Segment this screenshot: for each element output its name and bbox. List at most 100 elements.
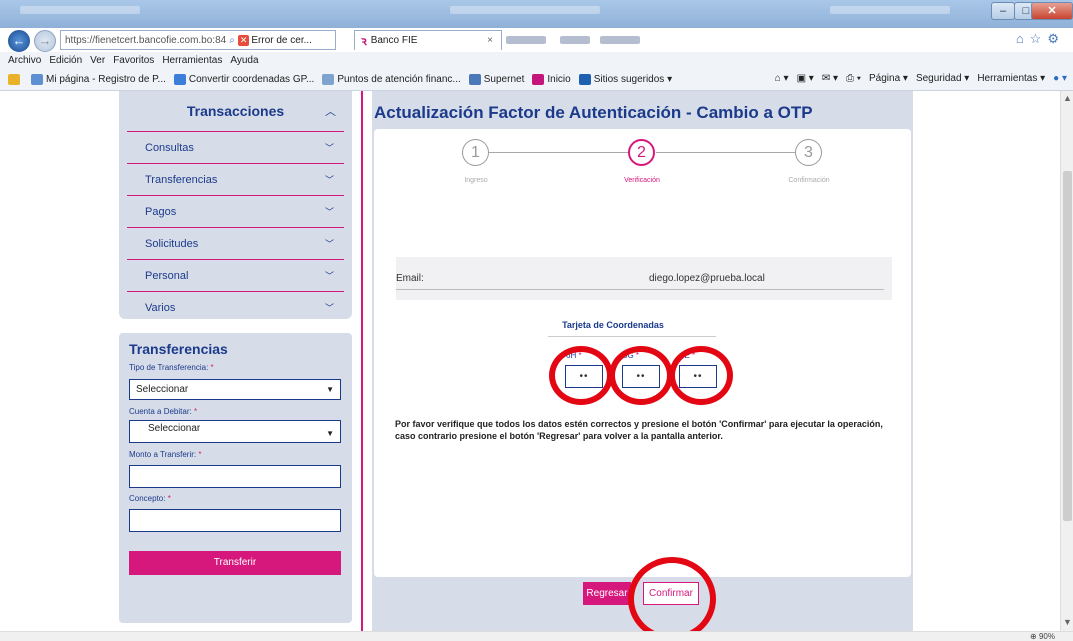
favorites-star-icon[interactable] bbox=[8, 74, 23, 85]
address-bar[interactable]: https://fienetcert.bancofie.com.bo:84 ⌕ … bbox=[60, 30, 336, 50]
close-window-button[interactable]: ✕ bbox=[1031, 2, 1073, 20]
transfer-form-title: Transferencias bbox=[129, 341, 228, 357]
menu-archivo[interactable]: Archivo bbox=[8, 55, 41, 66]
scroll-down-icon[interactable]: ▼ bbox=[1063, 617, 1072, 627]
back-arrow-icon[interactable]: ← bbox=[8, 30, 30, 52]
menu-ayuda[interactable]: Ayuda bbox=[230, 55, 258, 66]
titlebar-blur bbox=[830, 6, 950, 14]
cuenta-debitar-select[interactable]: Seleccionar ▼ bbox=[129, 420, 341, 443]
mail-icon[interactable]: ✉ ▾ bbox=[822, 73, 838, 84]
seguridad-menu[interactable]: Seguridad ▾ bbox=[916, 73, 969, 84]
favorite-label: Sitios sugeridos ▾ bbox=[593, 74, 673, 85]
background-tab[interactable] bbox=[600, 36, 640, 44]
sidebar-item-solicitudes[interactable]: Solicitudes ﹀ bbox=[127, 227, 344, 259]
concepto-label: Concepto: * bbox=[129, 494, 171, 503]
chevron-down-icon: ﹀ bbox=[324, 303, 334, 313]
dropdown-arrow-icon: ▼ bbox=[326, 429, 334, 438]
coord-3-input[interactable]: •• bbox=[679, 365, 717, 388]
coord-1-input[interactable]: •• bbox=[565, 365, 603, 388]
titlebar-blur bbox=[20, 6, 140, 14]
tipo-transferencia-select[interactable]: Seleccionar ▼ bbox=[129, 379, 341, 400]
search-icon[interactable]: ⌕ bbox=[229, 35, 235, 46]
sidebar-item-varios[interactable]: Varios ﹀ bbox=[127, 291, 344, 323]
favorites-bar: Mi página - Registro de P... Convertir c… bbox=[0, 69, 1073, 91]
minimize-button[interactable]: – bbox=[991, 2, 1015, 20]
zoom-level[interactable]: 90% bbox=[1039, 632, 1055, 641]
label-text: Cuenta a Debitar: bbox=[129, 407, 192, 416]
sidebar-item-label: Pagos bbox=[145, 205, 177, 218]
background-tab[interactable] bbox=[506, 36, 546, 44]
browser-toolbar-icons[interactable]: ⌂☆⚙ bbox=[1016, 31, 1065, 47]
sidebar-item-label: Consultas bbox=[145, 141, 194, 154]
menu-edicion[interactable]: Edición bbox=[49, 55, 82, 66]
menu-favoritos[interactable]: Favoritos bbox=[113, 55, 154, 66]
sidebar-item-pagos[interactable]: Pagos ﹀ bbox=[127, 195, 344, 227]
favorite-link[interactable]: Mi página - Registro de P... bbox=[31, 74, 166, 85]
favorite-link[interactable]: Sitios sugeridos ▾ bbox=[578, 74, 673, 85]
home-icon[interactable]: ⌂ ▾ bbox=[775, 73, 789, 84]
window-titlebar: – □ ✕ bbox=[0, 0, 1073, 28]
dropdown-arrow-icon: ▼ bbox=[326, 385, 334, 394]
background-tab[interactable] bbox=[560, 36, 590, 44]
chevron-down-icon: ﹀ bbox=[324, 207, 334, 217]
confirmar-button[interactable]: Confirmar bbox=[643, 582, 699, 605]
menu-ver[interactable]: Ver bbox=[90, 55, 105, 66]
step-2-label: Verificación bbox=[624, 177, 660, 184]
stepper-line bbox=[489, 152, 628, 153]
chevron-down-icon: ﹀ bbox=[324, 239, 334, 249]
transferir-button[interactable]: Transferir bbox=[129, 551, 341, 575]
email-row: Email: diego.lopez@prueba.local bbox=[396, 257, 892, 300]
transfer-form: Transferencias Tipo de Transferencia: * … bbox=[119, 333, 352, 623]
coord-label-text: 5G bbox=[623, 351, 634, 360]
monto-label: Monto a Transferir: * bbox=[129, 450, 202, 459]
favorite-link[interactable]: Supernet bbox=[468, 74, 525, 85]
favorite-label: Mi página - Registro de P... bbox=[46, 74, 166, 85]
scrollbar-thumb[interactable] bbox=[1063, 171, 1072, 521]
close-tab-icon[interactable]: × bbox=[487, 35, 493, 46]
regresar-button[interactable]: Regresar bbox=[583, 582, 631, 605]
coord-3-label: 6E * bbox=[680, 351, 695, 360]
sidebar-item-label: Transferencias bbox=[145, 173, 218, 186]
required-mark: * bbox=[578, 351, 582, 360]
required-mark: * bbox=[210, 363, 214, 372]
page-viewport: Transacciones ︿ Consultas ﹀ Transferenci… bbox=[0, 91, 1060, 631]
cert-error-text[interactable]: Error de cer... bbox=[251, 35, 312, 46]
feeds-icon[interactable]: ▣ ▾ bbox=[797, 73, 814, 84]
favorite-label: Supernet bbox=[483, 74, 525, 85]
print-icon[interactable]: ⎙ ▾ bbox=[846, 73, 861, 84]
verification-card bbox=[374, 129, 911, 577]
favorite-link[interactable]: Puntos de atención financ... bbox=[322, 74, 461, 85]
banco-fie-logo-icon: ꝛ bbox=[361, 34, 367, 48]
menu-herramientas[interactable]: Herramientas bbox=[162, 55, 222, 66]
concepto-input[interactable] bbox=[129, 509, 341, 532]
coord-2-input[interactable]: •• bbox=[622, 365, 660, 388]
chevron-up-icon[interactable]: ︿ bbox=[325, 103, 336, 119]
coord-label-text: 6E bbox=[680, 351, 690, 360]
help-icon[interactable]: ● ▾ bbox=[1053, 73, 1067, 84]
label-text: Monto a Transferir: bbox=[129, 450, 197, 459]
coord-card-divider bbox=[548, 336, 716, 337]
sidebar-item-transferencias[interactable]: Transferencias ﹀ bbox=[127, 163, 344, 195]
sidebar-item-consultas[interactable]: Consultas ﹀ bbox=[127, 131, 344, 163]
tab-banco-fie[interactable]: ꝛ Banco FIE × bbox=[354, 30, 502, 50]
favorite-link[interactable]: Convertir coordenadas GP... bbox=[173, 74, 314, 85]
sidebar-item-personal[interactable]: Personal ﹀ bbox=[127, 259, 344, 291]
forward-arrow-icon[interactable]: → bbox=[34, 30, 56, 52]
herramientas-menu[interactable]: Herramientas ▾ bbox=[977, 73, 1045, 84]
coord-1-label: 6H * bbox=[566, 351, 582, 360]
menu-bar: Archivo Edición Ver Favoritos Herramient… bbox=[0, 52, 1073, 69]
transactions-menu-header[interactable]: Transacciones ︿ bbox=[119, 91, 352, 131]
coord-label-text: 6H bbox=[566, 351, 577, 360]
pagina-menu[interactable]: Página ▾ bbox=[869, 73, 908, 84]
favorite-link[interactable]: Inicio bbox=[532, 74, 571, 85]
vertical-scrollbar[interactable]: ▲ ▼ bbox=[1060, 91, 1073, 631]
tab-title: Banco FIE bbox=[370, 35, 418, 46]
sidebar-item-label: Personal bbox=[145, 269, 189, 282]
zoom-icon: ⊕ bbox=[1030, 632, 1037, 641]
required-mark: * bbox=[198, 450, 202, 459]
scroll-up-icon[interactable]: ▲ bbox=[1063, 93, 1072, 103]
page-title: Actualización Factor de Autenticación - … bbox=[374, 103, 813, 122]
monto-input[interactable] bbox=[129, 465, 341, 488]
required-mark: * bbox=[193, 407, 198, 416]
coord-card-title: Tarjeta de Coordenadas bbox=[562, 320, 664, 330]
